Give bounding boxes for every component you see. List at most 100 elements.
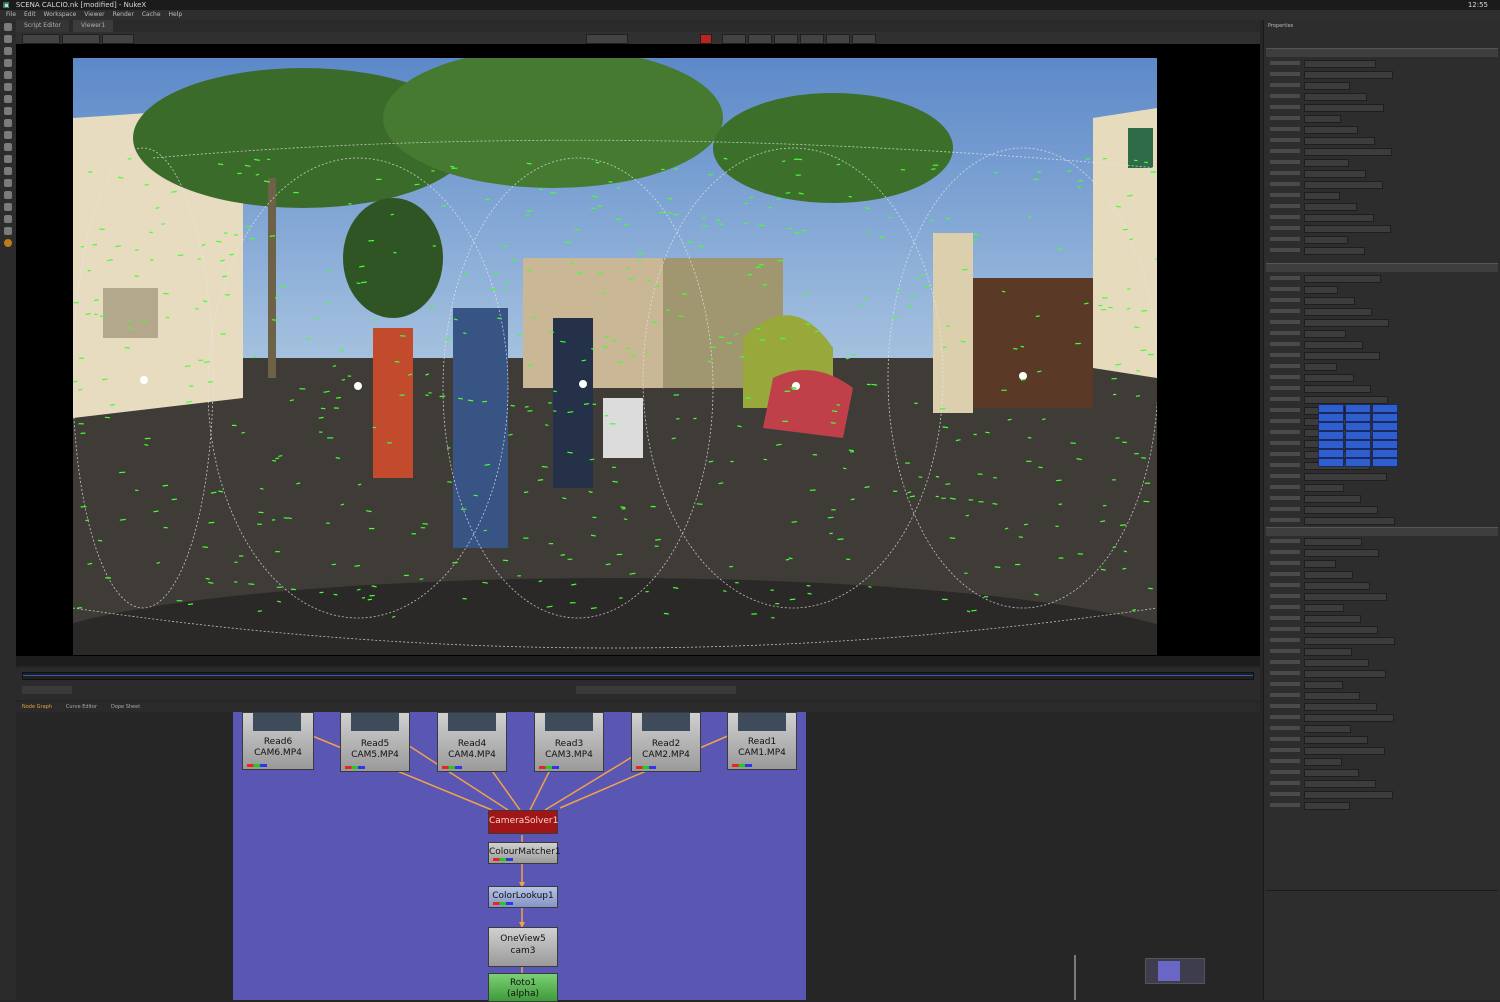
colourmatcher-node[interactable]: ColourMatcher1 [488,842,558,864]
property-field[interactable] [1304,538,1362,546]
matrix-cell[interactable] [1345,440,1371,449]
roto-sub: (alpha) [507,989,539,999]
property-field[interactable] [1304,341,1363,349]
property-field[interactable] [1304,484,1344,492]
property-field[interactable] [1304,385,1371,393]
matrix-cell[interactable] [1345,422,1371,431]
read5-node[interactable]: Read5CAM5.MP4 [340,712,410,772]
cameraSolver-second-properties-header[interactable] [1266,527,1498,536]
property-field[interactable] [1304,330,1346,338]
property-field[interactable] [1304,560,1336,568]
property-field[interactable] [1304,115,1341,123]
property-field[interactable] [1304,615,1361,623]
matrix-cell[interactable] [1372,413,1398,422]
property-field[interactable] [1304,104,1384,112]
matrix-cell[interactable] [1372,440,1398,449]
read6-node[interactable]: Read6CAM6.MP4 [242,712,314,770]
property-field[interactable] [1304,286,1338,294]
property-field[interactable] [1304,593,1387,601]
property-field[interactable] [1304,506,1378,514]
property-field[interactable] [1304,159,1349,167]
read3-node[interactable]: Read3CAM3.MP4 [534,712,604,772]
matrix-cell[interactable] [1345,458,1371,467]
matrix-cell[interactable] [1345,413,1371,422]
property-field[interactable] [1304,703,1377,711]
colourmatcher-properties-header[interactable] [1266,263,1498,272]
property-field[interactable] [1304,769,1359,777]
read4-node[interactable]: Read4CAM4.MP4 [437,712,507,772]
camerasolver-properties-header[interactable] [1266,48,1498,57]
property-field[interactable] [1304,637,1395,645]
matrix-cell[interactable] [1318,449,1344,458]
property-field[interactable] [1304,363,1337,371]
property-field[interactable] [1304,725,1351,733]
property-field[interactable] [1304,396,1388,404]
property-field[interactable] [1304,670,1386,678]
matrix-cell[interactable] [1345,449,1371,458]
matrix-cell[interactable] [1318,458,1344,467]
property-field[interactable] [1304,802,1350,810]
property-field[interactable] [1304,571,1353,579]
property-field[interactable] [1304,225,1391,233]
property-field[interactable] [1304,604,1344,612]
property-field[interactable] [1304,582,1370,590]
matrix-cell[interactable] [1345,431,1371,440]
property-field[interactable] [1304,374,1354,382]
roto-node[interactable]: Roto1 (alpha) [488,973,558,1002]
property-field[interactable] [1304,93,1367,101]
matrix-cell[interactable] [1372,458,1398,467]
matrix-cell[interactable] [1372,431,1398,440]
camerasolver-node[interactable]: CameraSolver1 [488,810,558,834]
matrix-cell[interactable] [1318,404,1344,413]
matrix-cell[interactable] [1318,431,1344,440]
property-field[interactable] [1304,170,1366,178]
read2-node[interactable]: Read2CAM2.MP4 [631,712,701,772]
property-field[interactable] [1304,692,1360,700]
property-field[interactable] [1304,747,1385,755]
property-field[interactable] [1304,681,1343,689]
property-field[interactable] [1304,648,1352,656]
matrix-cell[interactable] [1372,449,1398,458]
matrix-cell[interactable] [1318,440,1344,449]
property-field[interactable] [1304,758,1342,766]
property-field[interactable] [1304,352,1380,360]
read1-node[interactable]: Read1CAM1.MP4 [727,712,797,770]
property-field[interactable] [1304,791,1393,799]
matrix-cell[interactable] [1372,404,1398,413]
property-field[interactable] [1304,517,1395,525]
property-field[interactable] [1304,659,1369,667]
property-field[interactable] [1304,473,1387,481]
property-field[interactable] [1304,714,1394,722]
property-field[interactable] [1304,192,1340,200]
property-field[interactable] [1304,137,1375,145]
property-field[interactable] [1304,247,1365,255]
property-field[interactable] [1304,203,1357,211]
property-field[interactable] [1304,71,1393,79]
property-row [1270,341,1496,347]
property-row [1270,593,1496,599]
colorlookup-node[interactable]: ColorLookup1 [488,886,558,908]
property-field[interactable] [1304,275,1381,283]
property-row [1270,137,1496,143]
property-field[interactable] [1304,181,1383,189]
property-field[interactable] [1304,495,1361,503]
property-field[interactable] [1304,236,1348,244]
property-field[interactable] [1304,82,1350,90]
property-field[interactable] [1304,60,1376,68]
matrix-cell[interactable] [1345,404,1371,413]
dag-minimap[interactable] [1145,958,1205,984]
matrix-cell[interactable] [1318,422,1344,431]
property-field[interactable] [1304,126,1358,134]
property-field[interactable] [1304,319,1389,327]
matrix-cell[interactable] [1318,413,1344,422]
property-field[interactable] [1304,308,1372,316]
property-field[interactable] [1304,626,1378,634]
property-field[interactable] [1304,148,1392,156]
matrix-cell[interactable] [1372,422,1398,431]
property-field[interactable] [1304,780,1376,788]
property-field[interactable] [1304,297,1355,305]
property-field[interactable] [1304,214,1374,222]
oneview-node[interactable]: OneView5 cam3 [488,927,558,967]
property-field[interactable] [1304,549,1379,557]
property-field[interactable] [1304,736,1368,744]
